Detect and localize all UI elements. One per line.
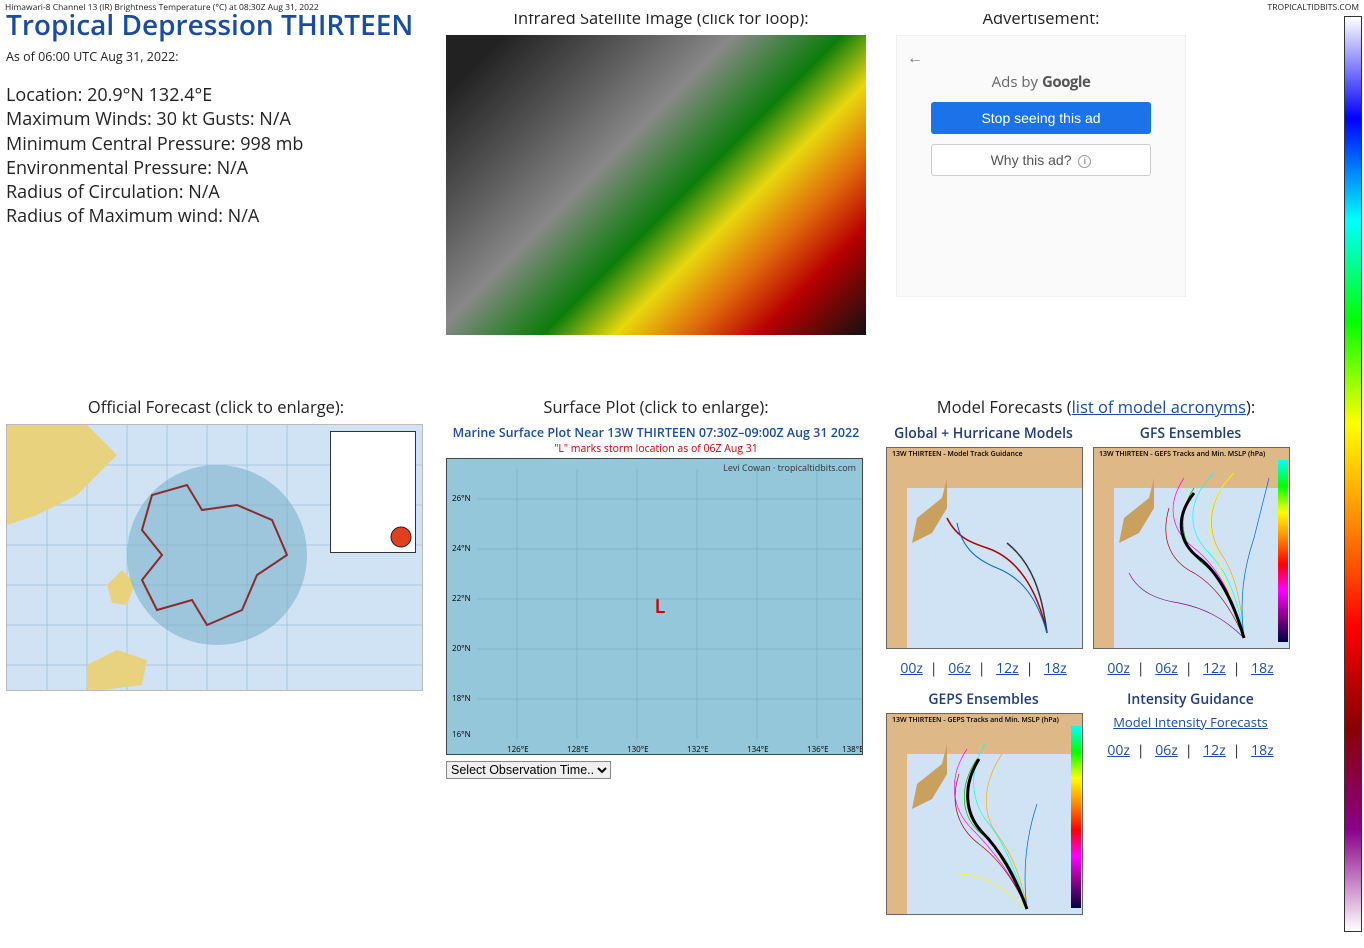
svg-text:16°N: 16°N: [452, 729, 471, 740]
intensity-run-06z[interactable]: 06z: [1155, 741, 1178, 760]
stat-env-pressure: Environmental Pressure: N/A: [6, 156, 426, 180]
satellite-caption-left: Himawari-8 Channel 13 (IR) Brightness Te…: [5, 2, 319, 13]
intensity-run-12z[interactable]: 12z: [1203, 741, 1226, 760]
ads-by-label: Ads by Google: [907, 72, 1175, 92]
satellite-caption-right: TROPICALTIDBITS.COM: [1268, 2, 1359, 13]
info-icon: i: [1078, 155, 1091, 168]
geps-ensembles-heading: GEPS Ensembles: [886, 690, 1081, 709]
gfs-run-links: 00z| 06z| 12z| 18z: [1093, 659, 1288, 678]
surface-plot-image[interactable]: Levi Cowan · tropicaltidbits.com L 26°N2…: [446, 458, 863, 755]
gfs-ensembles-image[interactable]: 13W THIRTEEN - GEFS Tracks and Min. MSLP…: [1093, 447, 1290, 649]
forecast-info-box: [330, 431, 416, 553]
svg-text:134°E: 134°E: [747, 744, 769, 754]
intensity-run-links: 00z| 06z| 12z| 18z: [1093, 741, 1288, 760]
stat-max-winds: Maximum Winds: 30 kt Gusts: N/A: [6, 107, 426, 131]
stat-min-pressure: Minimum Central Pressure: 998 mb: [6, 132, 426, 156]
svg-text:26°N: 26°N: [452, 493, 471, 504]
stat-rmw: Radius of Maximum wind: N/A: [6, 204, 426, 228]
svg-text:132°E: 132°E: [687, 744, 709, 754]
surface-plot-header: Surface Plot (click to enlarge):: [446, 395, 866, 418]
model-intensity-forecasts-link[interactable]: Model Intensity Forecasts: [1093, 713, 1288, 731]
surface-plot-subtitle: "L" marks storm location as of 06Z Aug 3…: [446, 442, 866, 456]
gfs-run-12z[interactable]: 12z: [1203, 659, 1226, 678]
intensity-guidance-heading: Intensity Guidance: [1093, 690, 1288, 709]
official-forecast-header: Official Forecast (click to enlarge):: [6, 395, 426, 418]
svg-text:18°N: 18°N: [452, 693, 471, 704]
global-models-heading: Global + Hurricane Models: [886, 424, 1081, 443]
ads-by-prefix: Ads by: [992, 72, 1042, 92]
asof-timestamp: As of 06:00 UTC Aug 31, 2022:: [6, 48, 426, 65]
svg-text:22°N: 22°N: [452, 593, 471, 604]
global-run-00z[interactable]: 00z: [900, 659, 923, 678]
satellite-image[interactable]: Himawari-8 Channel 13 (IR) Brightness Te…: [446, 35, 866, 335]
svg-text:136°E: 136°E: [807, 744, 829, 754]
stat-roc: Radius of Circulation: N/A: [6, 180, 426, 204]
gfs-run-06z[interactable]: 06z: [1155, 659, 1178, 678]
satellite-colorbar: [1344, 16, 1362, 932]
surface-plot-title: Marine Surface Plot Near 13W THIRTEEN 07…: [446, 424, 866, 441]
stat-location: Location: 20.9°N 132.4°E: [6, 83, 426, 107]
intensity-run-18z[interactable]: 18z: [1251, 741, 1274, 760]
global-run-links: 00z| 06z| 12z| 18z: [886, 659, 1081, 678]
global-run-18z[interactable]: 18z: [1044, 659, 1067, 678]
ad-back-arrow-icon[interactable]: ←: [907, 46, 1175, 68]
svg-text:20°N: 20°N: [452, 643, 471, 654]
stop-seeing-ad-button[interactable]: Stop seeing this ad: [931, 102, 1151, 134]
gfs-run-00z[interactable]: 00z: [1107, 659, 1130, 678]
intensity-run-00z[interactable]: 00z: [1107, 741, 1130, 760]
official-forecast-image[interactable]: [6, 424, 423, 691]
global-run-12z[interactable]: 12z: [996, 659, 1019, 678]
svg-text:24°N: 24°N: [452, 543, 471, 554]
ads-by-brand: Google: [1042, 72, 1090, 92]
svg-text:128°E: 128°E: [567, 744, 589, 754]
global-models-image[interactable]: 13W THIRTEEN - Model Track Guidance: [886, 447, 1083, 649]
model-header-prefix: Model Forecasts (: [937, 395, 1072, 418]
ad-container: ← Ads by Google Stop seeing this ad Why …: [896, 35, 1186, 297]
svg-text:138°E: 138°E: [842, 744, 862, 754]
observation-time-select[interactable]: Select Observation Time...: [446, 761, 611, 779]
svg-text:130°E: 130°E: [627, 744, 649, 754]
why-this-ad-label: Why this ad?: [991, 152, 1072, 168]
svg-text:126°E: 126°E: [507, 744, 529, 754]
model-acronyms-link[interactable]: list of model acronyms: [1072, 395, 1246, 418]
model-header-suffix: ):: [1246, 395, 1255, 418]
why-this-ad-button[interactable]: Why this ad? i: [931, 144, 1151, 176]
gfs-run-18z[interactable]: 18z: [1251, 659, 1274, 678]
gfs-ensembles-heading: GFS Ensembles: [1093, 424, 1288, 443]
model-forecasts-header: Model Forecasts (list of model acronyms)…: [886, 395, 1306, 418]
global-run-06z[interactable]: 06z: [948, 659, 971, 678]
geps-ensembles-image[interactable]: 13W THIRTEEN - GEPS Tracks and Min. MSLP…: [886, 713, 1083, 915]
